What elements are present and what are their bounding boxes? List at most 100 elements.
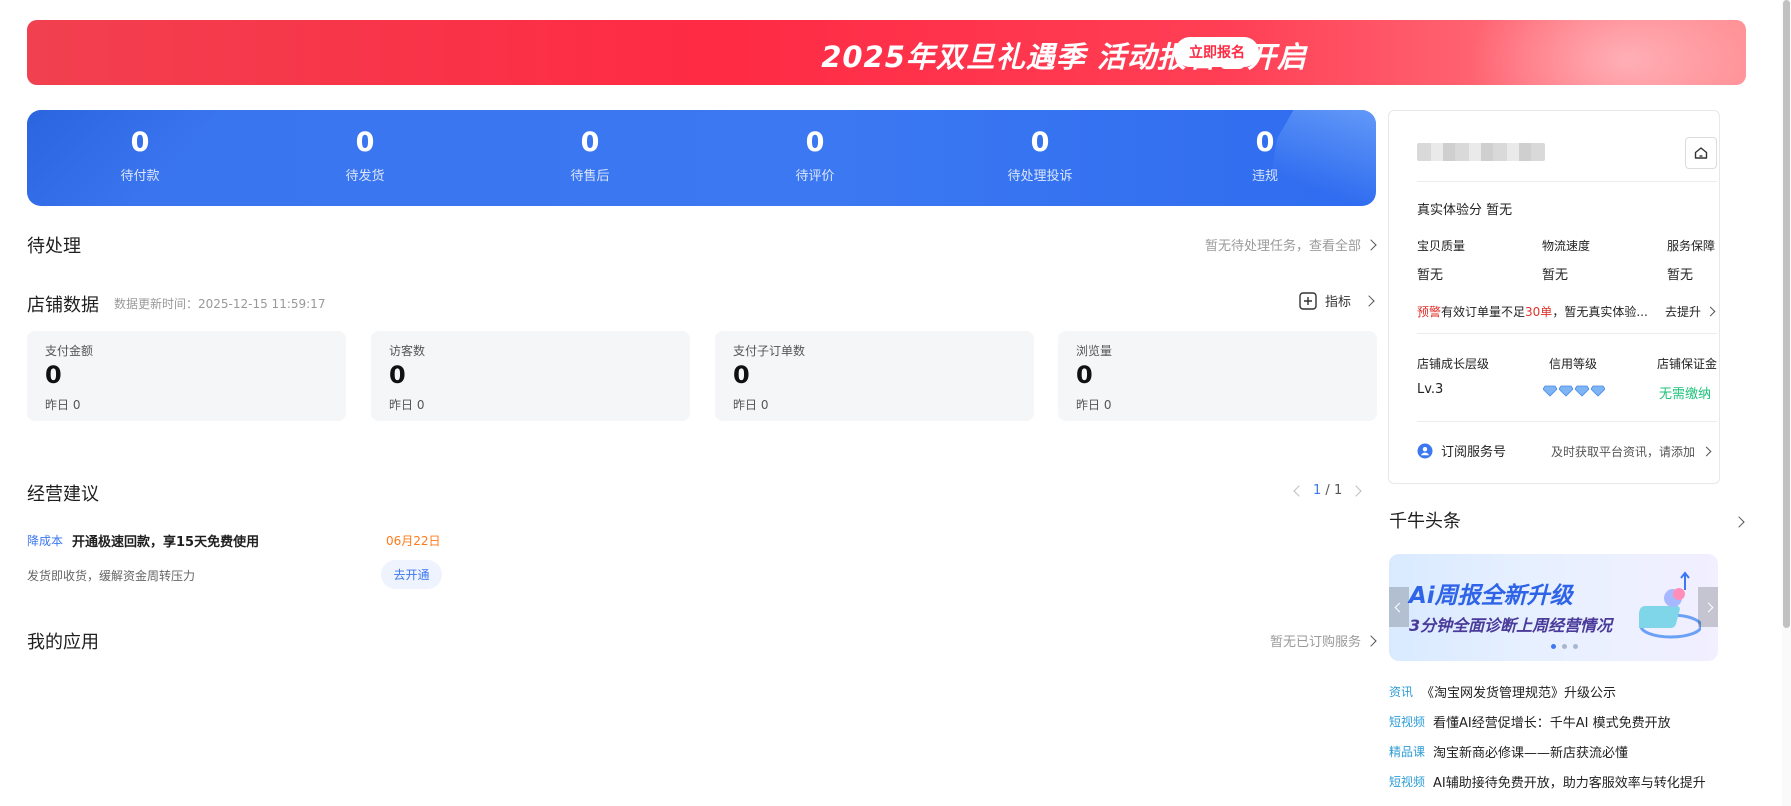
pager-text: 1 / 1	[1313, 483, 1343, 498]
my-apps-link[interactable]: 暂无已订购服务	[1270, 631, 1377, 650]
advice-item-title[interactable]: 开通极速回款，享15天免费使用	[72, 531, 259, 550]
news-tag: 精品课	[1389, 745, 1426, 759]
headlines-more[interactable]	[1733, 511, 1745, 530]
metric-label: 服务保障	[1667, 239, 1716, 253]
promo-banner[interactable]: 2025年双旦礼遇季 活动报名已开启 立即报名	[27, 20, 1746, 85]
news-item[interactable]: 精品课 淘宝新商必修课——新店获流必懂	[1389, 742, 1628, 761]
carousel-dot-active[interactable]	[1551, 644, 1556, 649]
subscribe-desc-link[interactable]: 及时获取平台资讯，请添加	[1551, 443, 1712, 460]
advice-desc: 发货即收货，缓解资金周转压力	[27, 569, 196, 583]
user-circle-icon	[1417, 443, 1433, 459]
update-time: 数据更新时间：2025-12-15 11:59:17	[114, 297, 326, 311]
carousel-dot[interactable]	[1562, 644, 1567, 649]
shop-info-panel: 真实体验分 暂无 宝贝质量 暂无 物流速度 暂无 服务保障 暂无 预警有效订单量…	[1388, 110, 1720, 484]
stat-value: 0	[1255, 127, 1275, 158]
pending-link-text: 暂无待处理任务，查看全部	[1204, 239, 1361, 254]
growth-level-label: 店铺成长层级	[1417, 357, 1490, 371]
advice-title: 经营建议	[27, 484, 99, 505]
page-scrollbar-thumb[interactable]	[1783, 0, 1790, 628]
deposit-value: 无需缴纳	[1659, 387, 1712, 402]
stat-value: 0	[580, 127, 600, 158]
carousel-line1: Ai周报全新升级	[1409, 583, 1573, 609]
chevron-right-icon	[1365, 238, 1377, 251]
improve-link[interactable]: 去提升	[1665, 303, 1716, 320]
metric-value: 0	[45, 361, 62, 389]
metric-card-pageviews[interactable]: 浏览量 0 昨日 0	[1058, 331, 1377, 421]
carousel-dots	[1551, 644, 1578, 649]
metric-label: 宝贝质量	[1417, 239, 1466, 253]
indicator-button[interactable]: 指标	[1299, 291, 1375, 310]
chevron-right-icon	[1701, 446, 1712, 457]
credit-diamonds	[1543, 385, 1605, 397]
chevron-right-icon	[1703, 602, 1713, 612]
stat-complaints[interactable]: 0 待处理投诉	[960, 128, 1120, 185]
shop-data-title: 店铺数据	[27, 295, 99, 316]
news-tag: 短视频	[1389, 775, 1426, 789]
stat-after-sales[interactable]: 0 待售后	[510, 127, 670, 185]
order-stats-bar: 0 待付款 0 待发货 0 待售后 0 待评价 0 待处理投诉 0 违规	[27, 110, 1376, 206]
advice-date: 06月22日	[386, 534, 441, 548]
home-icon	[1693, 145, 1709, 161]
pending-view-all-link[interactable]: 暂无待处理任务，查看全部	[1204, 235, 1377, 254]
news-text: 淘宝新商必修课——新店获流必懂	[1433, 746, 1629, 761]
stat-pending-review[interactable]: 0 待评价	[735, 128, 895, 185]
chevron-right-icon	[1363, 294, 1375, 307]
metric-yesterday: 昨日 0	[733, 398, 769, 412]
advice-open-button[interactable]: 去开通	[381, 560, 442, 589]
pending-section-title: 待处理	[27, 236, 81, 257]
chevron-left-icon[interactable]	[1293, 484, 1305, 497]
chevron-right-icon[interactable]	[1350, 484, 1362, 497]
news-text: 看懂AI经营促增长：千牛AI 模式免费开放	[1433, 716, 1671, 731]
news-tag: 资讯	[1389, 685, 1414, 699]
advice-pager: 1 / 1	[1293, 483, 1362, 498]
page-scrollbar-track[interactable]	[1782, 0, 1791, 806]
metric-yesterday: 昨日 0	[1076, 398, 1112, 412]
carousel-line2: 3分钟全面诊断上周经营情况	[1409, 616, 1613, 635]
metric-title: 浏览量	[1076, 344, 1113, 358]
stat-pending-payment[interactable]: 0 待付款	[60, 127, 220, 185]
stat-label: 待评价	[795, 169, 835, 184]
growth-level-value: Lv.3	[1417, 382, 1444, 397]
diamond-icon	[1543, 385, 1557, 397]
news-item[interactable]: 短视频 看懂AI经营促增长：千牛AI 模式免费开放	[1389, 712, 1671, 731]
stat-value: 0	[130, 127, 150, 158]
stat-pending-shipment[interactable]: 0 待发货	[285, 127, 445, 185]
metric-card-suborders[interactable]: 支付子订单数 0 昨日 0	[715, 331, 1034, 421]
carousel-next-button[interactable]	[1698, 587, 1718, 627]
chevron-right-icon	[1733, 516, 1745, 528]
deposit-label: 店铺保证金	[1657, 357, 1718, 371]
promo-banner-title: 2025年双旦礼遇季 活动报名已开启	[821, 40, 1307, 74]
metric-card-payment[interactable]: 支付金额 0 昨日 0	[27, 331, 346, 421]
metric-value: 0	[1076, 361, 1093, 389]
stat-violations[interactable]: 0 违规	[1185, 127, 1345, 185]
diamond-icon	[1591, 385, 1605, 397]
news-item[interactable]: 短视频 AI辅助接待免费开放，助力客服效率与转化提升	[1389, 772, 1706, 791]
headlines-carousel[interactable]: Ai周报全新升级 3分钟全面诊断上周经营情况	[1389, 554, 1718, 661]
metric-value: 暂无	[1542, 268, 1569, 283]
plus-square-icon	[1299, 291, 1317, 310]
promo-signup-button[interactable]: 立即报名	[1175, 37, 1259, 67]
shop-home-button[interactable]	[1685, 137, 1717, 169]
chevron-left-icon	[1394, 602, 1404, 612]
news-item[interactable]: 资讯 《淘宝网发货管理规范》升级公示	[1389, 682, 1616, 701]
indicator-label: 指标	[1325, 295, 1352, 310]
stat-label: 待发货	[345, 169, 385, 184]
carousel-prev-button[interactable]	[1389, 587, 1409, 627]
news-text: AI辅助接待免费开放，助力客服效率与转化提升	[1433, 776, 1706, 791]
stat-label: 待售后	[570, 169, 610, 184]
metric-label: 物流速度	[1542, 239, 1591, 253]
shop-name-blurred	[1417, 143, 1545, 161]
metric-card-visitors[interactable]: 访客数 0 昨日 0	[371, 331, 690, 421]
advice-tag: 降成本	[27, 534, 64, 548]
carousel-dot[interactable]	[1573, 644, 1578, 649]
stat-label: 待处理投诉	[1007, 169, 1073, 184]
metric-title: 访客数	[389, 344, 426, 358]
metric-yesterday: 昨日 0	[389, 398, 425, 412]
credit-level-label: 信用等级	[1549, 357, 1598, 371]
metric-value: 0	[733, 361, 750, 389]
diamond-icon	[1559, 385, 1573, 397]
stat-value: 0	[355, 127, 375, 158]
subscribe-service[interactable]: 订阅服务号	[1417, 441, 1506, 460]
chevron-right-icon	[1705, 306, 1716, 317]
news-text: 《淘宝网发货管理规范》升级公示	[1421, 686, 1617, 701]
